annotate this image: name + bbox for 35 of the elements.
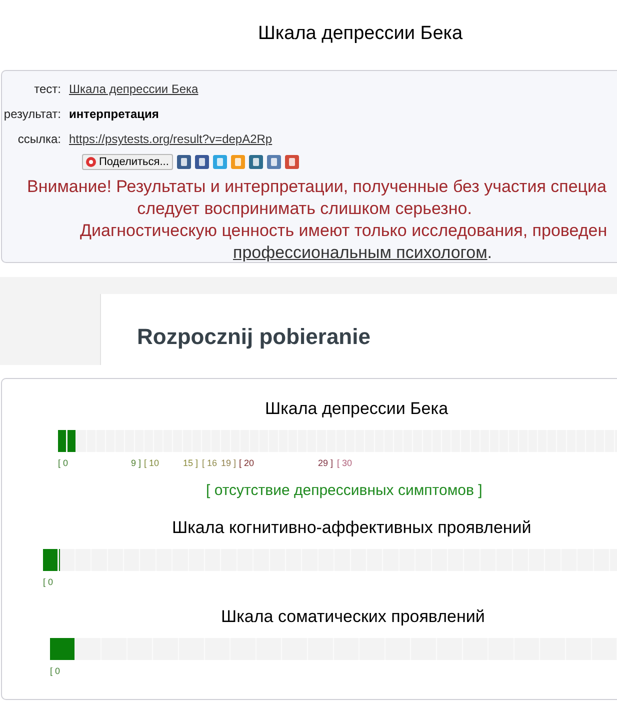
result-link[interactable]: Шкала депрессии Бека [69, 80, 198, 98]
field-label: результат: [2, 106, 62, 123]
social-share-icon[interactable] [284, 155, 299, 169]
scale-tick-label: [ 16 [202, 457, 218, 470]
social-share-icon[interactable] [266, 155, 281, 169]
scale-tick-label: [ 30 [337, 457, 352, 470]
warning-text: Диагностическую ценность имеют только исследования, проведен [80, 221, 608, 240]
field-label: ссылка: [16, 131, 62, 148]
social-share-icon[interactable] [194, 155, 209, 169]
page-title: Шкала депрессии Бека [258, 23, 463, 44]
scale-tick-label: 9 ] [131, 457, 142, 470]
social-share-icon[interactable] [248, 155, 263, 169]
scale-tick-label: [ 20 [239, 457, 254, 470]
scale-title: Шкала депрессии Бека [265, 399, 448, 418]
scale-tick-label: 19 ] [221, 457, 236, 470]
share-icon [86, 157, 96, 167]
share-button[interactable]: Поделиться... [82, 154, 173, 170]
result-link[interactable]: https://psytests.org/result?v=depA2Rp [69, 130, 272, 148]
scale-tick-label: 29 ] [318, 457, 334, 470]
scale-tick-label: [ 0 [50, 665, 60, 678]
scale-tick-label: [ 10 [144, 457, 160, 470]
scale-tick-label: [ 0 [58, 457, 68, 470]
result-value: интерпретация [69, 106, 159, 123]
warning-text: следует воспринимать слишком серьезно. [137, 199, 472, 218]
warning-text: . [487, 242, 492, 264]
social-share-icon[interactable] [176, 155, 191, 169]
field-label: тест: [33, 81, 62, 98]
scale-tick-label: [ 0 [43, 576, 54, 589]
ad-title[interactable]: Rozpocznij pobieranie [137, 324, 370, 349]
scale-verdict: [ отсутствие депрессивных симптомов ] [206, 482, 482, 499]
scale-title: Шкала когнитивно-аффективных проявлений [172, 518, 532, 537]
warning-text: Внимание! Результаты и интерпретации, полученные без участия специа [27, 177, 606, 196]
scale-title: Шкала соматических проявлений [221, 607, 485, 626]
scale-tick-label: 15 ] [183, 457, 198, 470]
psychologist-link[interactable]: профессиональным психологом [233, 242, 488, 264]
